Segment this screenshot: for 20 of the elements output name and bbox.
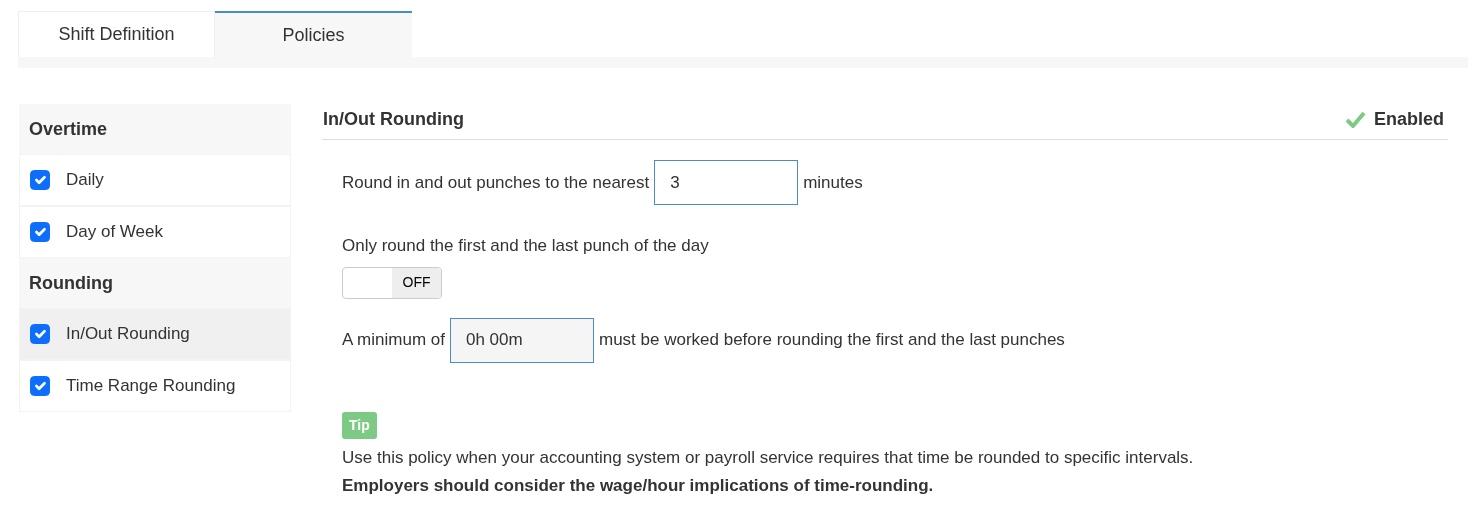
checkbox[interactable] xyxy=(30,376,50,396)
group-heading: Overtime xyxy=(19,104,291,154)
tip-note: Employers should consider the wage/hour implications of time-rounding. xyxy=(342,475,935,497)
tip-text: Use this policy when your accounting system or payroll service requires that time be rounded to specific intervals. xyxy=(342,446,1195,469)
field-label: Round in and out punches to the nearest xyxy=(342,171,650,194)
input-field[interactable]: 3 xyxy=(654,160,799,205)
group-heading: Rounding xyxy=(19,258,291,308)
checkbox[interactable] xyxy=(30,222,50,242)
tip-tag: Tip xyxy=(342,411,377,439)
toggle-switch[interactable]: OFF xyxy=(342,266,442,299)
field-label: minutes xyxy=(803,171,863,194)
status-label: Enabled xyxy=(1374,108,1444,131)
checkbox[interactable] xyxy=(30,170,50,190)
field-label: A minimum of xyxy=(342,329,445,352)
checkbox[interactable] xyxy=(30,324,50,344)
tab[interactable]: Policies xyxy=(215,11,412,57)
tab[interactable]: Shift Definition xyxy=(18,11,215,57)
field-label: must be worked before rounding the first and the last punches xyxy=(599,329,1065,352)
option-label: Only round the first and the last punch of the day xyxy=(342,235,710,257)
section-title: In/Out Rounding xyxy=(323,108,464,131)
